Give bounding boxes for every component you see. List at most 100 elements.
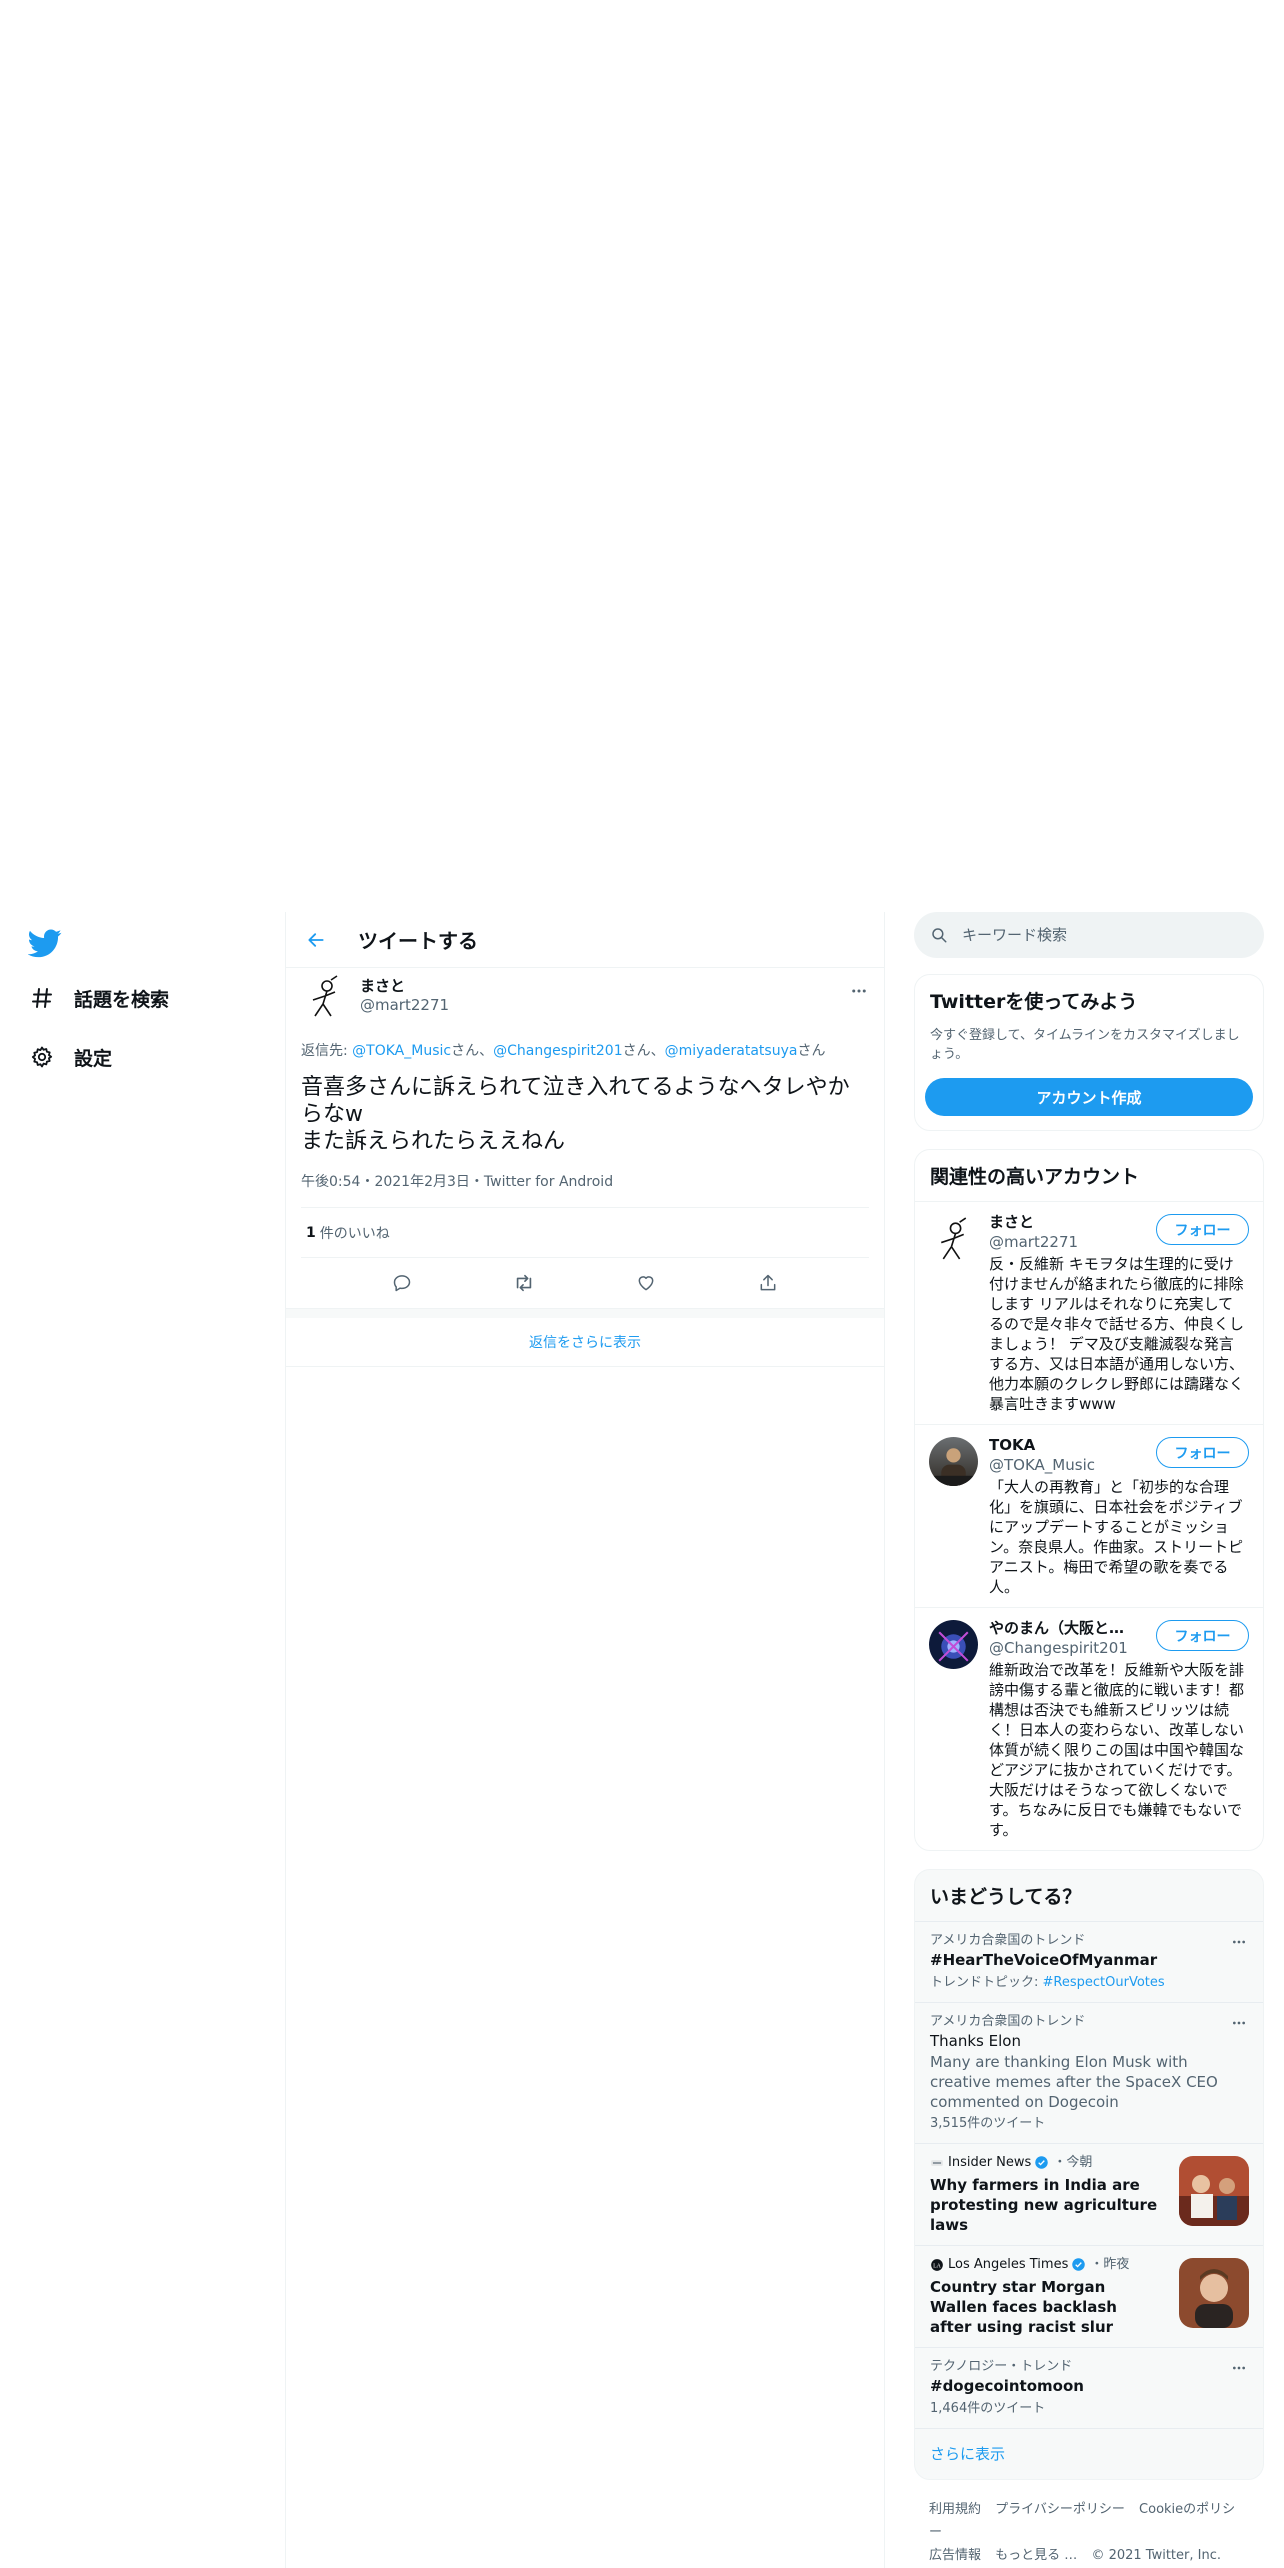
follow-button[interactable]: フォロー [1156, 1437, 1249, 1468]
news-source-logo-icon: LA [931, 2258, 943, 2271]
related-accounts-card: 関連性の高いアカウント まさと @mart2271 フォロー 反・反維新 キモヲ… [914, 1149, 1264, 1851]
thread-divider [286, 1308, 884, 1318]
footer-link-more[interactable]: もっと見る … [995, 2548, 1077, 2563]
reply-mention-link[interactable]: @miyaderatatsuya [665, 1043, 798, 1059]
reply-prefix: 返信先: [301, 1043, 353, 1059]
reply-mention-link[interactable]: @Changespirit201 [493, 1043, 623, 1059]
reply-mention-link[interactable]: @TOKA_Music [352, 1043, 451, 1059]
trend-more-button[interactable] [1227, 2011, 1251, 2035]
nav-settings-label: 設定 [74, 1047, 113, 1070]
signup-title: Twitterを使ってみよう [930, 991, 1138, 1013]
reply-separator: 、 [650, 1043, 665, 1059]
trend-more-button[interactable] [1227, 1930, 1251, 1954]
nav-explore[interactable]: 話題を検索 [28, 978, 169, 1018]
back-button[interactable] [296, 920, 336, 960]
share-button[interactable] [750, 1265, 786, 1301]
twitter-logo-icon[interactable] [28, 926, 64, 962]
news-item[interactable]: Insider News ・今朝 Why farmers in India ar… [915, 2143, 1263, 2245]
svg-text:LA: LA [933, 2263, 942, 2269]
tweet-header: まさと @mart2271 [301, 968, 869, 1024]
nav-explore-label: 話題を検索 [74, 988, 170, 1011]
tweet-text: 音喜多さんに訴えられて泣き入れてるようなヘタレやからなw また訴えられたらええね… [301, 1075, 850, 1154]
more-icon [1233, 2366, 1245, 2370]
avatar[interactable] [929, 1214, 978, 1263]
follow-button[interactable]: フォロー [1156, 1214, 1249, 1245]
show-more-trends-link[interactable]: さらに表示 [915, 2428, 1263, 2479]
sidebar-footer: 利用規約 プライバシーポリシー Cookieのポリシー 広告情報 もっと見る …… [914, 2498, 1264, 2567]
nav-settings[interactable]: 設定 [28, 1037, 112, 1077]
search-input[interactable] [962, 926, 1232, 944]
trend-more-button[interactable] [1227, 2356, 1251, 2380]
trend-context: アメリカ合衆国のトレンド [930, 2014, 1086, 2029]
more-icon [1233, 1940, 1245, 1944]
trends-card: いまどうしてる？ アメリカ合衆国のトレンド #HearTheVoiceOfMya… [914, 1869, 1264, 2480]
more-icon [852, 989, 866, 993]
news-source-row: Insider News ・今朝 [930, 2153, 1163, 2172]
footer-link-ads[interactable]: 広告情報 [929, 2548, 981, 2563]
trend-item[interactable]: アメリカ合衆国のトレンド Thanks Elon Many are thanki… [915, 2002, 1263, 2143]
news-source-logo-icon [931, 2159, 943, 2166]
footer-link-privacy[interactable]: プライバシーポリシー [995, 2502, 1125, 2517]
trend-tweet-count: 1,464件のツイート [930, 2401, 1046, 2416]
more-icon [1233, 2021, 1245, 2025]
related-accounts-title: 関連性の高いアカウント [930, 1166, 1140, 1188]
main-header: ツイートする [286, 912, 884, 968]
news-time: ・今朝 [1053, 2155, 1093, 2170]
news-source: Los Angeles Times [948, 2257, 1069, 2272]
related-account[interactable]: TOKA @TOKA_Music フォロー 「大人の再教育」と「初歩的な合理化」… [915, 1424, 1263, 1607]
news-thumbnail [1179, 2258, 1249, 2328]
verified-badge-icon [1035, 2156, 1049, 2169]
more-options-button[interactable] [844, 976, 874, 1006]
news-time-value: 昨夜 [1103, 2257, 1130, 2272]
reply-button[interactable] [384, 1265, 420, 1301]
reply-suffix: さん [622, 1043, 651, 1059]
follow-button[interactable]: フォロー [1156, 1620, 1249, 1651]
gear-icon [28, 1043, 56, 1071]
hashtag-icon [28, 984, 56, 1012]
reply-suffix: さん [451, 1043, 480, 1059]
news-headline: Why farmers in India are protesting new … [930, 2176, 1158, 2234]
avatar[interactable] [929, 1437, 978, 1486]
related-account[interactable]: まさと @mart2271 フォロー 反・反維新 キモヲタは生理的に受け付けませ… [915, 1201, 1263, 1424]
trend-name: Thanks Elon [930, 2032, 1021, 2050]
tweet-timestamp[interactable]: 午後0:54・2021年2月3日・Twitter for Android [301, 1171, 869, 1208]
trend-description: Many are thanking Elon Musk with creativ… [930, 2053, 1218, 2111]
trend-item[interactable]: テクノロジー・トレンド #dogecointomoon 1,464件のツイート [915, 2347, 1263, 2428]
search-icon [932, 928, 947, 943]
likes-count-row[interactable]: 1 件のいいね [301, 1208, 869, 1258]
tweet: まさと @mart2271 返信先: @TOKA_Musicさん、@Change… [286, 968, 884, 1308]
news-item[interactable]: LA Los Angeles Times ・昨夜 Country star Mo… [915, 2245, 1263, 2347]
user-handle[interactable]: @mart2271 [360, 996, 449, 1015]
account-name: やのまん（大阪と維新を応援） [989, 1619, 1139, 1637]
avatar[interactable] [301, 972, 349, 1020]
account-bio: 維新政治で改革を！反維新や大阪を誹謗中傷する輩と徹底的に戦います！都構想は否決で… [989, 1661, 1245, 1839]
heart-icon [638, 1276, 654, 1291]
avatar[interactable] [929, 1620, 978, 1669]
trend-topic-prefix: トレンドトピック: [930, 1975, 1043, 1990]
account-bio: 反・反維新 キモヲタは生理的に受け付けませんが絡まれたら徹底的に排除します リア… [989, 1255, 1245, 1413]
verified-badge-icon [1072, 2258, 1086, 2271]
show-more-replies-link[interactable]: 返信をさらに表示 [286, 1318, 884, 1367]
footer-link-terms[interactable]: 利用規約 [929, 2502, 981, 2517]
footer-copyright: © 2021 Twitter, Inc. [1091, 2548, 1221, 2563]
display-name[interactable]: まさと [360, 977, 449, 996]
news-thumbnail [1179, 2156, 1249, 2226]
trend-name: #dogecointomoon [930, 2377, 1084, 2395]
signup-card: Twitterを使ってみよう 今すぐ登録して、タイムラインをカスタマイズしましょ… [914, 974, 1264, 1131]
related-account[interactable]: やのまん（大阪と維新を応援） @Changespirit201 フォロー 維新政… [915, 1607, 1263, 1850]
trend-topic-link[interactable]: #RespectOurVotes [1043, 1975, 1165, 1990]
create-account-button[interactable]: アカウント作成 [925, 1078, 1253, 1116]
tweet-actions [301, 1258, 869, 1308]
account-name: まさと [989, 1213, 1035, 1231]
search-box[interactable] [914, 912, 1264, 958]
news-source-row: LA Los Angeles Times ・昨夜 [930, 2255, 1163, 2274]
likes-count: 1 [306, 1224, 316, 1241]
reply-context: 返信先: @TOKA_Musicさん、@Changespirit201さん、@m… [301, 1040, 869, 1060]
trend-context: テクノロジー・トレンド [930, 2359, 1073, 2374]
share-icon [760, 1274, 776, 1291]
retweet-button[interactable] [506, 1265, 542, 1301]
like-button[interactable] [628, 1265, 664, 1301]
trend-item[interactable]: アメリカ合衆国のトレンド #HearTheVoiceOfMyanmar トレンド… [915, 1921, 1263, 2002]
trends-title: いまどうしてる？ [930, 1886, 1082, 1908]
left-navigation: 話題を検索 設定 [0, 912, 285, 2568]
